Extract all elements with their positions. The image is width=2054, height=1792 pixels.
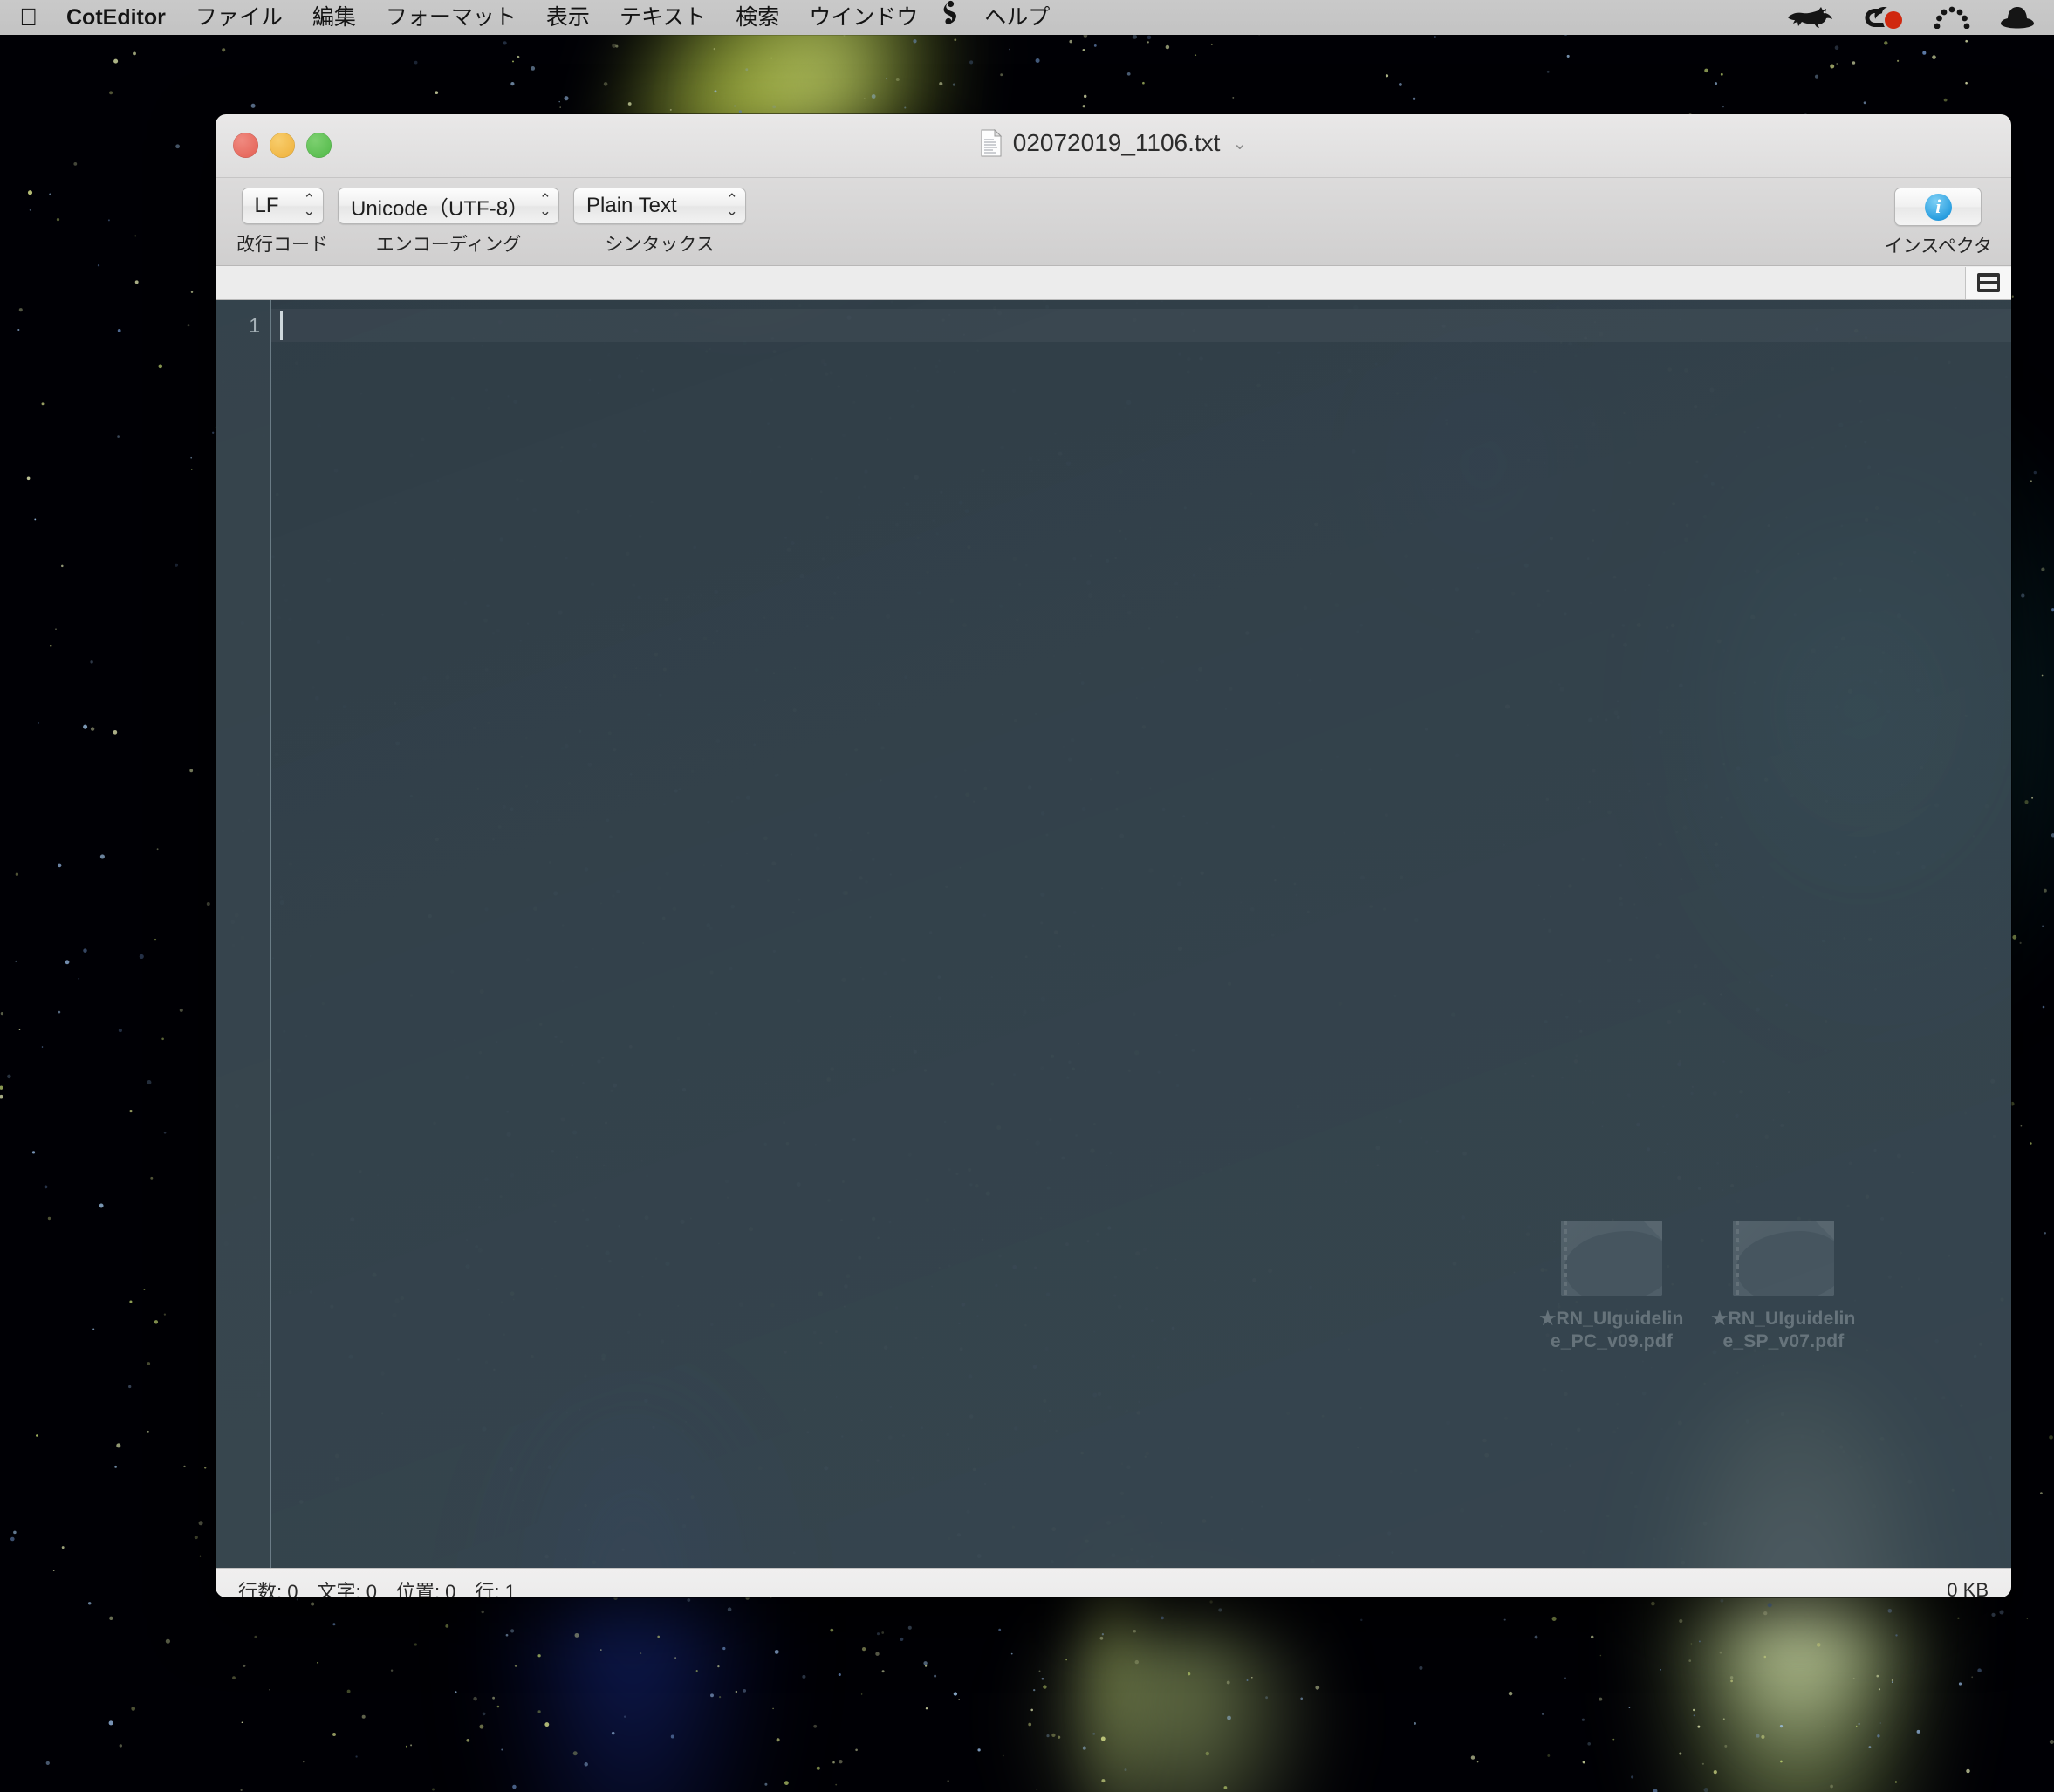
- encoding-value: Unicode（UTF-8）: [351, 196, 530, 221]
- coteditor-window: 02072019_1106.txt ⌄ LF ⌃ ⌄ 改行コード Unicode…: [216, 114, 2011, 1597]
- chevron-down-icon: ⌄: [538, 202, 551, 219]
- window-titlebar: 02072019_1106.txt ⌄: [216, 114, 2011, 178]
- encoding-caption: エンコーディング: [375, 235, 522, 255]
- menu-help[interactable]: ヘルプ: [969, 0, 1065, 35]
- creative-cloud-icon[interactable]: [1864, 5, 1904, 30]
- window-title-group[interactable]: 02072019_1106.txt ⌄: [216, 129, 2011, 157]
- running-cat-icon[interactable]: [1785, 6, 1834, 29]
- menu-format[interactable]: フォーマット: [371, 0, 531, 35]
- navigation-bar: [216, 266, 2011, 300]
- script-s-icon: [943, 0, 957, 24]
- menu-find[interactable]: 検索: [721, 0, 794, 35]
- split-view-button[interactable]: [1965, 266, 2011, 299]
- syntax-group: Plain Text ⌃ ⌄ シンタックス: [573, 188, 746, 256]
- syntax-caption: シンタックス: [605, 235, 715, 255]
- line-ending-value: LF: [254, 194, 279, 217]
- window-toolbar: LF ⌃ ⌄ 改行コード Unicode（UTF-8） ⌃ ⌄ エンコーディング…: [216, 178, 2011, 266]
- dots-arc-icon[interactable]: [1934, 6, 1970, 29]
- status-file-size: 0 KB: [1947, 1578, 1989, 1598]
- text-document-icon: [981, 129, 1002, 157]
- current-line-highlight: [271, 309, 2011, 342]
- status-position: 位置: 0: [395, 1580, 456, 1598]
- chevron-updown-icon: ⌃ ⌄: [303, 193, 316, 219]
- syntax-value: Plain Text: [586, 194, 677, 217]
- status-bar: 行数: 0 文字: 0 位置: 0 行: 1 0 KB: [216, 1568, 2011, 1597]
- menu-bar:  CotEditor ファイル 編集 フォーマット 表示 テキスト 検索 ウイ…: [0, 0, 2054, 35]
- menu-file[interactable]: ファイル: [181, 0, 298, 35]
- apple-logo-icon[interactable]: : [19, 0, 51, 35]
- editor-area[interactable]: 1 ★RN_UIguideline_PC_v09.pdf ★RN_UIguide…: [216, 300, 2011, 1568]
- line-ending-popup[interactable]: LF ⌃ ⌄: [241, 188, 324, 224]
- title-chevron-down-icon[interactable]: ⌄: [1232, 133, 1247, 154]
- menu-app-name[interactable]: CotEditor: [51, 0, 181, 35]
- inspector-caption: インスペクタ: [1884, 236, 1992, 256]
- inspector-button[interactable]: i: [1894, 188, 1982, 226]
- status-lines: 行数: 0: [238, 1580, 298, 1598]
- syntax-popup[interactable]: Plain Text ⌃ ⌄: [573, 188, 746, 224]
- line-number-gutter: 1: [216, 300, 271, 1568]
- menu-edit[interactable]: 編集: [298, 0, 371, 35]
- text-input-area[interactable]: [271, 300, 2011, 1568]
- encoding-group: Unicode（UTF-8） ⌃ ⌄ エンコーディング: [338, 188, 559, 256]
- line-ending-caption: 改行コード: [236, 235, 328, 255]
- status-chars: 文字: 0: [317, 1580, 377, 1598]
- inspector-group: i インスペクタ: [1885, 188, 1992, 258]
- bowler-hat-icon[interactable]: [2000, 5, 2035, 30]
- status-line: 行: 1: [475, 1580, 516, 1598]
- encoding-popup[interactable]: Unicode（UTF-8） ⌃ ⌄: [338, 188, 559, 224]
- window-title: 02072019_1106.txt: [1012, 129, 1221, 156]
- menu-window[interactable]: ウインドウ: [794, 0, 933, 35]
- chevron-updown-icon: ⌃ ⌄: [725, 193, 738, 219]
- chevron-down-icon: ⌄: [303, 202, 316, 219]
- split-view-icon: [1977, 273, 2000, 292]
- menu-view[interactable]: 表示: [531, 0, 605, 35]
- chevron-updown-icon: ⌃ ⌄: [538, 193, 551, 219]
- info-circle-icon: i: [1924, 193, 1952, 221]
- nebula-green-bottom-center: [1030, 1609, 1326, 1792]
- chevron-down-icon: ⌄: [725, 202, 738, 219]
- line-ending-group: LF ⌃ ⌄ 改行コード: [236, 188, 328, 256]
- menu-text[interactable]: テキスト: [605, 0, 721, 35]
- script-glyph-icon[interactable]: [933, 0, 969, 36]
- text-caret: [280, 311, 283, 340]
- line-number: 1: [249, 314, 260, 337]
